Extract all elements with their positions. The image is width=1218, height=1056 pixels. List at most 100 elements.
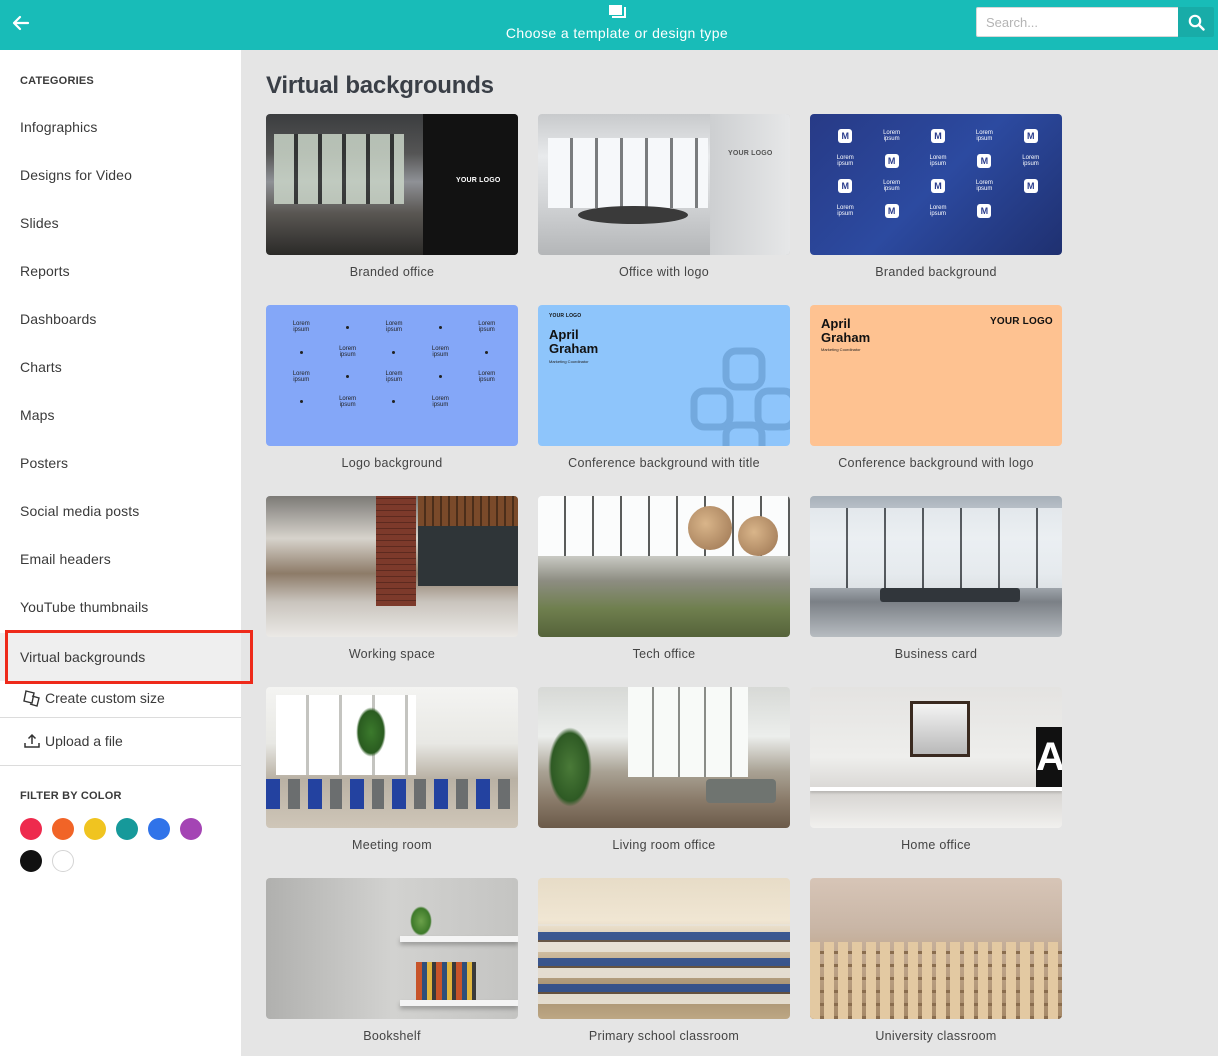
thumb-window (810, 508, 1062, 588)
thumb-lorem: Lorem ipsum (385, 321, 402, 333)
template-thumbnail: M Lorem ipsum M Lorem ipsum M Lorem ipsum M… (810, 114, 1062, 255)
category-email-headers[interactable]: Email headers (0, 535, 241, 583)
thumb-plant (356, 707, 386, 757)
template-thumbnail (538, 496, 790, 637)
template-card-branded-background[interactable]: M Lorem ipsum M Lorem ipsum M Lorem ipsum M… (810, 114, 1062, 279)
template-card-bookshelf[interactable]: Bookshelf (266, 878, 518, 1043)
m-logo: M (884, 203, 899, 218)
thumb-lorem: Lorem ipsum (432, 346, 449, 358)
template-thumbnail: A (810, 687, 1062, 828)
sidebar: CATEGORIES Infographics Designs for Vide… (0, 50, 253, 1056)
thumb-plant (548, 727, 592, 807)
template-card-conference-logo[interactable]: April Graham Marketing Coordinator YOUR L… (810, 305, 1062, 470)
category-posters[interactable]: Posters (0, 439, 241, 487)
thumb-plant (410, 906, 432, 936)
m-logo: M (930, 178, 945, 193)
m-logo: M (838, 129, 853, 144)
back-button[interactable] (8, 9, 36, 37)
category-virtual-backgrounds[interactable]: Virtual backgrounds (0, 633, 241, 681)
template-thumbnail (266, 878, 518, 1019)
thumb-sofa (706, 779, 776, 803)
template-thumbnail: Lorem ipsum Lorem ipsum Lorem ipsum Lorem ip… (266, 305, 518, 446)
custom-size-label: Create custom size (45, 690, 165, 706)
create-custom-size-button[interactable]: Create custom size (0, 677, 241, 719)
template-thumbnail: YOUR LOGO (266, 114, 518, 255)
sidebar-divider (0, 765, 241, 766)
template-card-logo-background[interactable]: Lorem ipsum Lorem ipsum Lorem ipsum Lorem ip… (266, 305, 518, 470)
color-swatch-orange[interactable] (52, 818, 74, 840)
category-youtube-thumbnails[interactable]: YouTube thumbnails (0, 583, 241, 631)
thumb-shelf (400, 936, 518, 942)
color-swatch-black[interactable] (20, 850, 42, 872)
thumb-dot (438, 375, 442, 379)
thumb-dot (392, 350, 396, 354)
thumb-logo-text: YOUR LOGO (990, 316, 1053, 327)
thumb-brick-wall (376, 496, 416, 606)
template-label: Living room office (612, 838, 716, 852)
template-card-office-with-logo[interactable]: YOUR LOGO Office with logo (538, 114, 790, 279)
search-input[interactable] (976, 7, 1178, 37)
thumb-lorem: Lorem ipsum (837, 205, 854, 217)
template-card-living-room-office[interactable]: Living room office (538, 687, 790, 852)
thumb-lorem-word: ipsum (339, 352, 356, 359)
category-charts[interactable]: Charts (0, 343, 241, 391)
template-card-primary-school-classroom[interactable]: Primary school classroom (538, 878, 790, 1043)
thumb-lorem-word: ipsum (883, 185, 900, 192)
template-label: Branded background (875, 265, 997, 279)
search-button[interactable] (1178, 7, 1214, 37)
page-header-title: Choose a template or design type (505, 25, 729, 41)
thumb-name: April Graham (549, 328, 598, 356)
template-card-branded-office[interactable]: YOUR LOGO Branded office (266, 114, 518, 279)
thumb-dot (299, 400, 303, 404)
upload-file-button[interactable]: Upload a file (0, 720, 241, 762)
template-card-conference-title[interactable]: YOUR LOGO April Graham Marketing Coordina… (538, 305, 790, 470)
thumb-lorem-word: ipsum (293, 327, 310, 334)
category-social-media-posts[interactable]: Social media posts (0, 487, 241, 535)
template-label: Home office (901, 838, 971, 852)
template-thumbnail: YOUR LOGO April Graham Marketing Coordina… (538, 305, 790, 446)
template-card-home-office[interactable]: A Home office (810, 687, 1062, 852)
template-label: Meeting room (351, 838, 433, 852)
thumb-lorem: Lorem ipsum (293, 371, 310, 383)
thumb-lamp (688, 506, 732, 550)
template-label: Logo background (341, 456, 443, 470)
thumb-lorem: Lorem ipsum (929, 205, 946, 217)
thumb-lorem: Lorem ipsum (1022, 155, 1039, 167)
template-label: Primary school classroom (588, 1029, 740, 1043)
template-label: Conference background with logo (838, 456, 1034, 470)
thumb-role: Marketing Coordinator (549, 359, 589, 364)
template-card-university-classroom[interactable]: University classroom (810, 878, 1062, 1043)
category-reports[interactable]: Reports (0, 247, 241, 295)
thumb-lorem: Lorem ipsum (385, 371, 402, 383)
template-card-meeting-room[interactable]: Meeting room (266, 687, 518, 852)
category-maps[interactable]: Maps (0, 391, 241, 439)
search-icon (1188, 14, 1205, 31)
thumb-lorem-word: ipsum (385, 376, 402, 383)
color-swatch-red[interactable] (20, 818, 42, 840)
color-swatch-yellow[interactable] (84, 818, 106, 840)
template-label: Business card (894, 647, 978, 661)
thumb-dot (485, 350, 489, 354)
template-card-tech-office[interactable]: Tech office (538, 496, 790, 661)
category-designs-for-video[interactable]: Designs for Video (0, 151, 241, 199)
m-logo: M (1023, 129, 1038, 144)
m-logo: M (977, 154, 992, 169)
template-card-working-space[interactable]: Working space (266, 496, 518, 661)
category-dashboards[interactable]: Dashboards (0, 295, 241, 343)
color-swatch-purple[interactable] (180, 818, 202, 840)
color-swatch-teal[interactable] (116, 818, 138, 840)
color-swatch-white[interactable] (52, 850, 74, 872)
color-swatch-blue[interactable] (148, 818, 170, 840)
upload-label: Upload a file (45, 733, 123, 749)
template-card-business-card[interactable]: Business card (810, 496, 1062, 661)
thumb-lorem: Lorem ipsum (478, 321, 495, 333)
category-slides[interactable]: Slides (0, 199, 241, 247)
thumb-lorem-word: ipsum (837, 210, 854, 217)
thumb-picture-frame (910, 701, 970, 757)
category-infographics[interactable]: Infographics (0, 103, 241, 151)
thumb-rings-graphic (690, 347, 790, 446)
thumb-last-name: Graham (821, 330, 871, 345)
template-label: Branded office (349, 265, 435, 279)
thumb-books (416, 962, 476, 1000)
thumb-shelf (400, 1000, 518, 1006)
